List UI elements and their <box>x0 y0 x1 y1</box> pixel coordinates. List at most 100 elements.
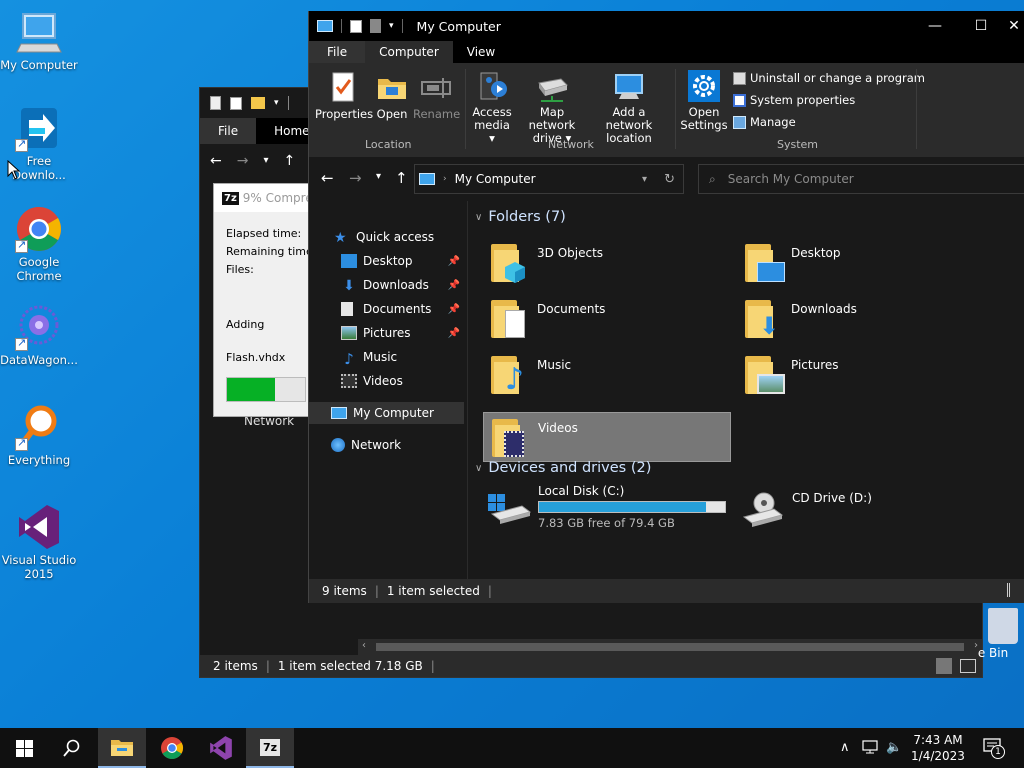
nav-desktop[interactable]: Desktop 📌 <box>309 250 464 272</box>
scrollbar-thumb[interactable] <box>376 643 964 651</box>
nav-pictures[interactable]: Pictures 📌 <box>309 322 464 344</box>
system-properties-button[interactable]: System properties <box>733 93 855 107</box>
tab-computer[interactable]: Computer <box>365 41 453 63</box>
nav-documents[interactable]: Documents 📌 <box>309 298 464 320</box>
nav-music[interactable]: ♪ Music <box>309 346 464 368</box>
folder-pictures[interactable]: Pictures <box>737 350 985 400</box>
desktop-icon-label: My Computer <box>0 58 78 72</box>
pin-icon[interactable]: 📌 <box>448 304 460 315</box>
network-status-icon[interactable] <box>862 740 878 758</box>
taskbar-file-explorer[interactable] <box>98 728 146 768</box>
pin-icon[interactable]: 📌 <box>448 328 460 339</box>
drive-free-space: 7.83 GB free of 79.4 GB <box>538 516 675 530</box>
folder-videos[interactable]: Videos <box>483 412 731 462</box>
checkmark-icon[interactable] <box>230 96 242 110</box>
folder-music[interactable]: ♪ Music <box>483 350 731 400</box>
divider <box>401 19 403 33</box>
tab-file[interactable]: File <box>200 118 257 144</box>
pictures-icon <box>341 326 357 340</box>
minimize-button[interactable]: — <box>912 11 958 41</box>
tab-view[interactable]: View <box>453 41 509 63</box>
dialog-title: 9% Compre <box>242 191 308 205</box>
chevron-down-icon[interactable]: ▾ <box>389 21 394 31</box>
breadcrumb-chevron-icon[interactable]: › <box>443 174 447 184</box>
7zip-progress-dialog[interactable]: 7z 9% Compre Elapsed time: Remaining tim… <box>213 183 316 417</box>
search-input[interactable]: ⌕ Search My Computer <box>698 164 1024 194</box>
desktop-icon-google-chrome[interactable]: Google Chrome <box>0 205 78 283</box>
nav-downloads[interactable]: ⬇ Downloads 📌 <box>309 274 464 296</box>
back-arrow-icon[interactable]: ← <box>210 153 222 169</box>
new-folder-icon[interactable] <box>251 97 265 109</box>
rename-button[interactable]: Rename <box>413 71 460 121</box>
show-hidden-icons-chevron-icon[interactable]: ∧ <box>840 740 850 755</box>
search-button[interactable] <box>48 728 96 768</box>
chevron-down-icon[interactable]: ▾ <box>376 171 381 182</box>
notification-center-button[interactable]: 1 <box>983 738 1005 759</box>
system-clock[interactable]: 7:43 AM 1/4/2023 <box>910 732 966 764</box>
folders-group-header[interactable]: ∨ Folders (7) <box>475 209 566 225</box>
back-arrow-icon[interactable]: ← <box>321 169 334 187</box>
folder-documents[interactable]: Documents <box>483 294 731 344</box>
my-computer-window[interactable]: ▾ My Computer — ☐ ✕ File Computer View P… <box>308 11 1024 603</box>
shortcut-arrow-icon <box>15 336 28 351</box>
details-view-icon[interactable] <box>936 658 952 674</box>
dialog-titlebar[interactable]: 7z 9% Compre <box>214 184 308 212</box>
taskbar-chrome[interactable] <box>148 728 196 768</box>
large-icons-view-icon[interactable] <box>960 659 976 673</box>
folder-3d-objects[interactable]: 3D Objects <box>483 238 731 288</box>
add-network-location-button[interactable]: Add a network location <box>589 69 669 145</box>
address-bar[interactable]: › My Computer ▾ ↻ <box>414 164 684 194</box>
uninstall-program-button[interactable]: Uninstall or change a program <box>733 71 925 85</box>
drive-local-disk-c[interactable]: Local Disk (C:) 7.83 GB free of 79.4 GB <box>486 484 726 530</box>
maximize-button[interactable]: ☐ <box>958 11 1004 41</box>
close-button[interactable]: ✕ <box>1004 11 1024 41</box>
forward-arrow-icon[interactable]: → <box>237 153 249 169</box>
checkmark-icon[interactable] <box>350 19 362 33</box>
folder-downloads[interactable]: ⬇ Downloads <box>737 294 985 344</box>
folder-name: Videos <box>538 421 578 435</box>
devices-group-header[interactable]: ∨ Devices and drives (2) <box>475 460 651 476</box>
open-settings-button[interactable]: Open Settings <box>680 69 728 132</box>
recycle-bin-desktop-icon[interactable]: e Bin <box>978 608 1023 660</box>
taskbar-visual-studio[interactable] <box>197 728 245 768</box>
access-media-button[interactable]: Access media ▾ <box>470 69 514 145</box>
tab-file[interactable]: File <box>309 41 366 63</box>
drive-cd-d[interactable]: CD Drive (D:) <box>740 491 872 531</box>
properties-button[interactable]: Properties <box>315 71 373 121</box>
open-button[interactable]: Open <box>373 71 411 121</box>
chevron-down-icon[interactable]: ▾ <box>642 174 647 185</box>
horizontal-scrollbar[interactable]: ‹ › <box>358 639 982 655</box>
map-network-drive-button[interactable]: Map network drive ▾ <box>516 69 588 145</box>
nav-quick-access[interactable]: ★ Quick access <box>309 226 464 248</box>
desktop-icon-my-computer[interactable]: My Computer <box>0 8 78 72</box>
nav-videos[interactable]: Videos <box>309 370 464 392</box>
folder-desktop[interactable]: Desktop <box>737 238 985 288</box>
properties-icon[interactable] <box>370 19 381 33</box>
volume-icon[interactable]: 🔈 <box>886 740 902 755</box>
taskbar-7zip[interactable]: 7z <box>246 728 294 768</box>
desktop-icon-visual-studio[interactable]: Visual Studio 2015 <box>0 503 78 581</box>
desktop-icon-datawagon[interactable]: DataWagon... <box>0 303 78 367</box>
chevron-down-icon[interactable]: ▾ <box>274 98 279 108</box>
ribbon-tabs: File Computer View <box>309 41 1024 63</box>
desktop-icon-everything[interactable]: Everything <box>0 403 78 467</box>
pin-icon[interactable]: 📌 <box>448 280 460 291</box>
forward-arrow-icon[interactable]: → <box>349 169 362 187</box>
manage-button[interactable]: Manage <box>733 115 796 129</box>
nav-network[interactable]: Network <box>309 434 464 456</box>
start-button[interactable] <box>0 728 48 768</box>
ribbon-group-system: System <box>777 138 819 151</box>
pin-icon[interactable]: 📌 <box>448 256 460 267</box>
scroll-left-icon[interactable]: ‹ <box>362 640 366 651</box>
properties-icon[interactable] <box>210 96 221 110</box>
up-arrow-icon[interactable]: ↑ <box>284 153 296 169</box>
folder-name: Desktop <box>791 246 841 260</box>
chevron-down-icon[interactable]: ▾ <box>263 155 268 169</box>
refresh-icon[interactable]: ↻ <box>664 172 675 187</box>
details-view-icon[interactable] <box>1007 583 1023 597</box>
search-icon <box>63 739 80 757</box>
add-location-label: Add a network <box>605 105 653 132</box>
up-arrow-icon[interactable]: ↑ <box>395 169 408 187</box>
window-titlebar[interactable]: ▾ My Computer — ☐ ✕ <box>309 11 1024 41</box>
nav-my-computer[interactable]: My Computer <box>309 402 464 424</box>
